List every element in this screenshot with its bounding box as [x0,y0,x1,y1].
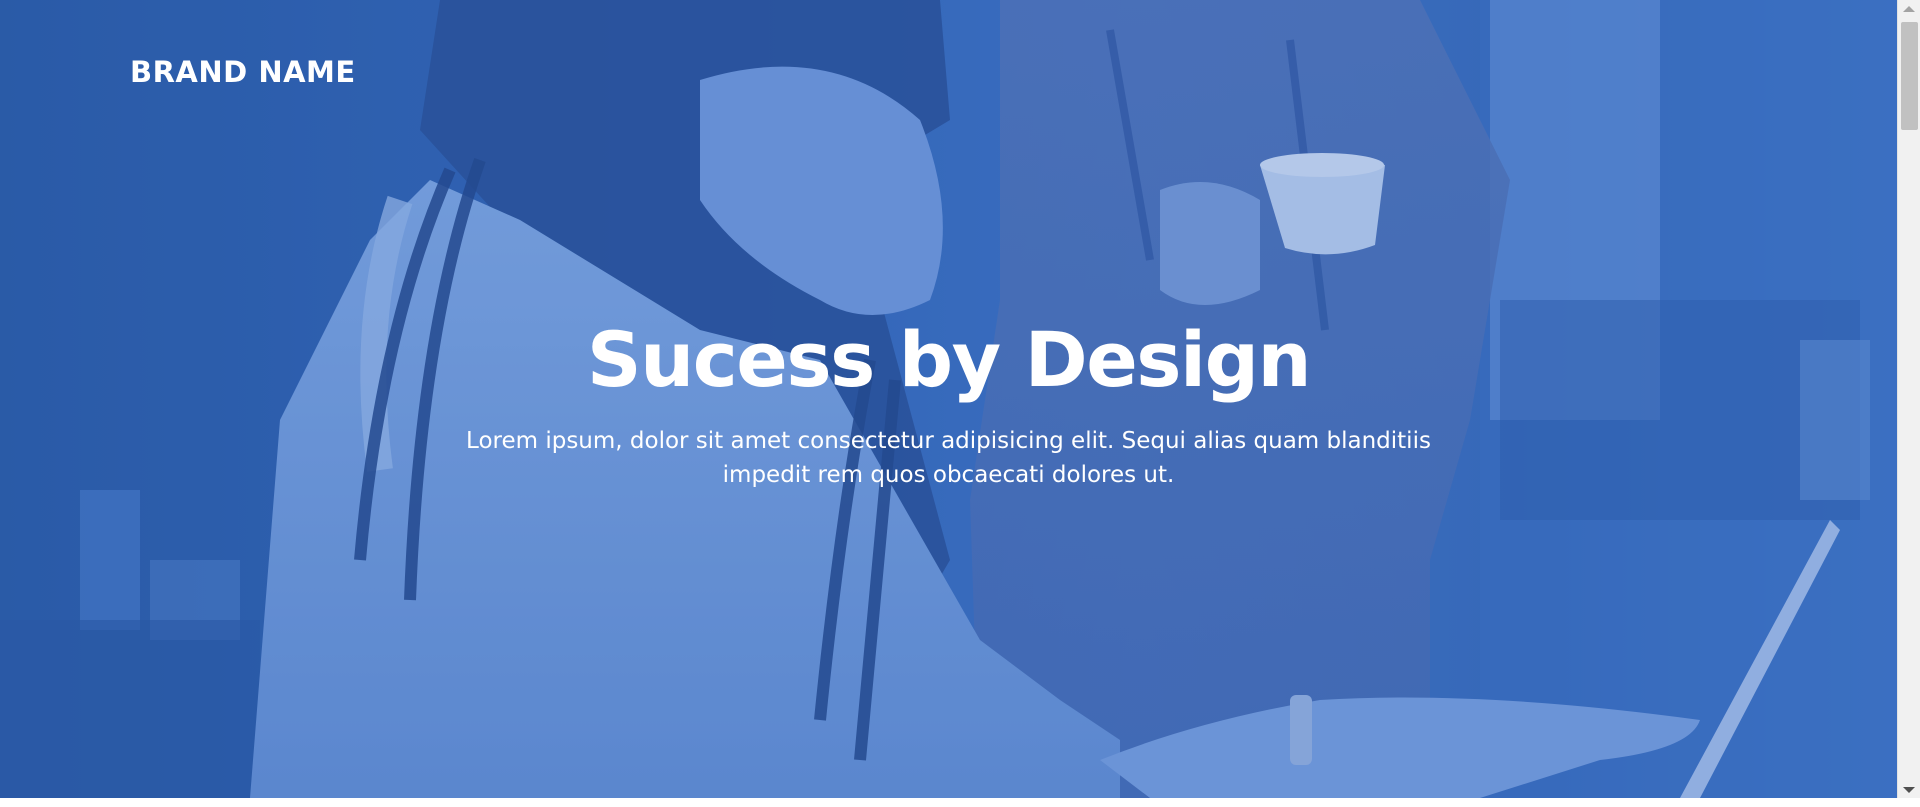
brand-logo[interactable]: BRAND NAME [130,55,356,89]
scroll-down-button[interactable] [1898,781,1920,798]
scroll-up-button[interactable] [1898,0,1920,17]
triangle-down-icon [1903,786,1915,793]
scrollbar-thumb[interactable] [1901,22,1918,130]
hero-title: Sucess by Design [586,315,1312,404]
triangle-up-icon [1903,5,1915,12]
hero-section: BRAND NAME Sucess by Design Lorem ipsum,… [0,0,1897,798]
hero-content: Sucess by Design Lorem ipsum, dolor sit … [0,318,1897,492]
vertical-scrollbar[interactable] [1897,0,1920,798]
hero-description: Lorem ipsum, dolor sit amet consectetur … [466,427,1431,488]
page-bottom-edge [0,798,1920,807]
